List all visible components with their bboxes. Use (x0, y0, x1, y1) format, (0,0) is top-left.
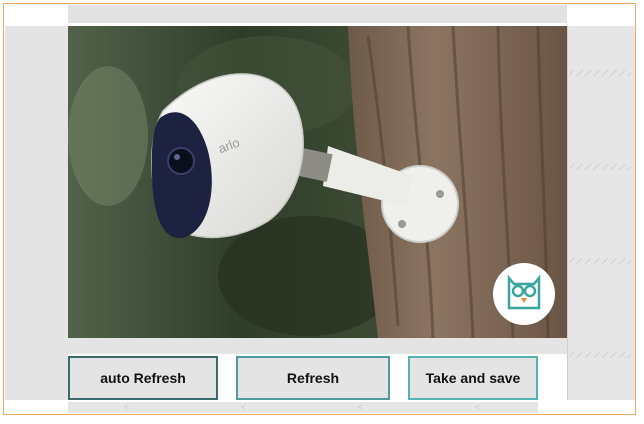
camera-image: arlo (68, 26, 567, 338)
scroll-arrow-icon: < (475, 402, 481, 412)
right-panel (567, 26, 635, 400)
right-panel-divider (569, 258, 631, 264)
right-panel-divider (569, 352, 631, 358)
bottom-scroll-strip: < < < < (68, 402, 538, 413)
right-panel-divider (569, 164, 631, 170)
refresh-button[interactable]: Refresh (236, 356, 390, 400)
right-panel-divider (569, 70, 631, 76)
take-and-save-button[interactable]: Take and save (408, 356, 538, 400)
auto-refresh-button[interactable]: auto Refresh (68, 356, 218, 400)
left-panel (5, 26, 68, 400)
image-footer-strip (68, 338, 567, 354)
scroll-arrow-icon: < (358, 402, 364, 412)
top-strip (68, 5, 567, 23)
scroll-arrow-icon: < (124, 402, 130, 412)
scroll-arrow-icon: < (241, 402, 247, 412)
